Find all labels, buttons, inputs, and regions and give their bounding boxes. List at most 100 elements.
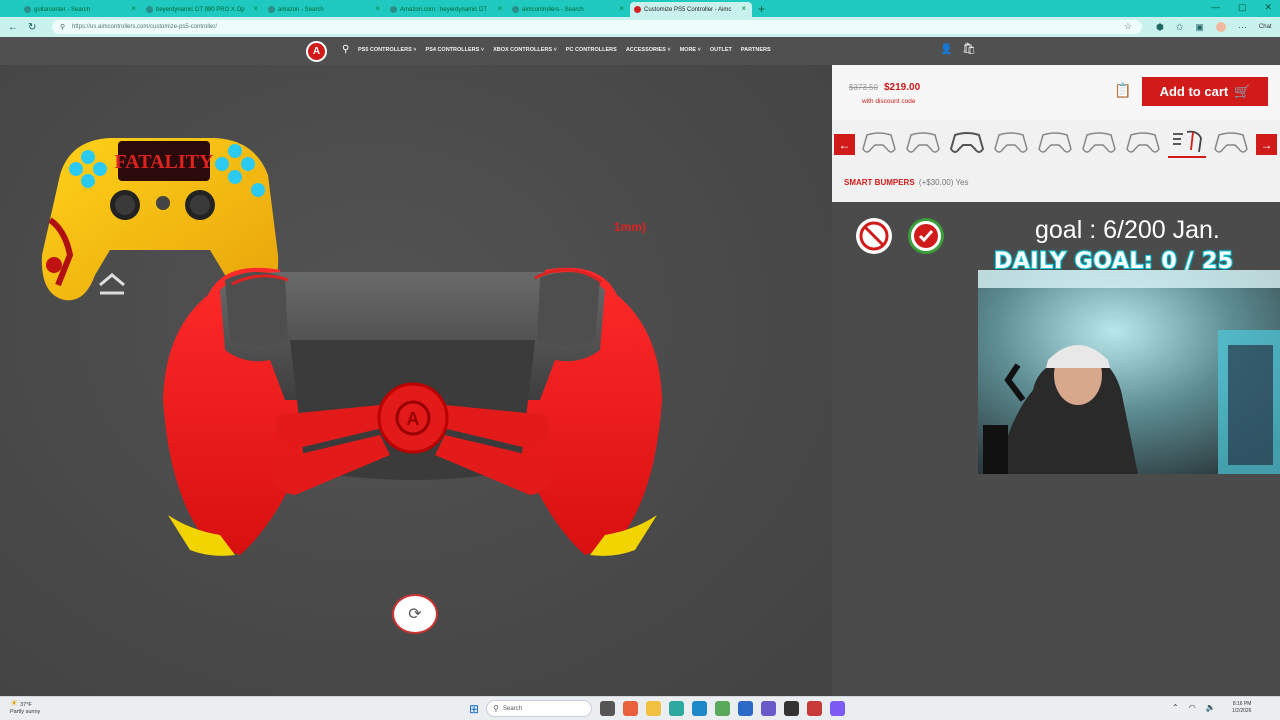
browser-tab[interactable]: guitarcenter - Search ×: [20, 2, 142, 17]
nav-xbox-controllers[interactable]: XBOX CONTROLLERS ˅: [493, 47, 557, 53]
option-summary: SMART BUMPERS (+$30.00) Yes: [844, 178, 969, 187]
reload-icon[interactable]: ↻: [28, 22, 36, 33]
taskbar-clock[interactable]: 8:16 PM 1/2/2026: [1232, 701, 1251, 715]
taskbar-search[interactable]: ⚲ Search: [486, 700, 592, 717]
search-icon[interactable]: ⚲: [342, 44, 349, 55]
nav-ps4-controllers[interactable]: PS4 CONTROLLERS ˅: [426, 47, 485, 53]
option-smart-bumpers-icon-selected[interactable]: [1168, 128, 1206, 158]
site-logo[interactable]: A: [306, 41, 327, 62]
nav-pc-controllers[interactable]: PC CONTROLLERS: [566, 47, 617, 53]
close-tab-icon[interactable]: ×: [253, 4, 258, 13]
add-to-cart-button[interactable]: Add to cart 🛒: [1142, 77, 1268, 106]
option-controller-icon[interactable]: [948, 128, 986, 158]
windows-taskbar: ☀ 37°F Partly sunny ⊞ ⚲ Search ⌃ ◠ 🔈 8:16…: [0, 696, 1280, 720]
rotate-view-button[interactable]: ⟳: [392, 594, 438, 634]
lock-icon: ⚲: [60, 24, 66, 31]
tab-favicon-icon: [146, 6, 153, 13]
add-to-cart-label: Add to cart: [1159, 84, 1229, 99]
svg-text:A: A: [407, 409, 420, 429]
clock-date: 1/2/2026: [1232, 708, 1252, 714]
close-tab-icon[interactable]: ×: [375, 4, 380, 13]
price-bar: $373.50 $219.00 with discount code 📋 Add…: [832, 65, 1280, 120]
weather-desc: Partly sunny: [10, 709, 41, 715]
check-icon: [914, 224, 938, 248]
nav-buttons: ← ↻: [0, 22, 52, 33]
browser-tab[interactable]: amazon - Search ×: [264, 2, 386, 17]
browser-tab-active[interactable]: Customize PS5 Controller - Aimc ×: [630, 2, 752, 17]
app-icon[interactable]: [830, 701, 845, 716]
close-tab-icon[interactable]: ×: [619, 4, 624, 13]
clock-time: 8:16 PM: [1232, 701, 1252, 707]
file-explorer-icon[interactable]: [646, 701, 661, 716]
tab-label: beyerdynamic DT 990 PRO X Op: [156, 6, 245, 13]
nav-accessories[interactable]: ACCESSORIES ˅: [626, 47, 671, 53]
copilot-chat-label[interactable]: Chat: [1259, 24, 1272, 30]
cart-icon: 🛒: [1234, 83, 1251, 99]
taskview-icon[interactable]: [600, 701, 615, 716]
user-icon[interactable]: 👤: [940, 44, 952, 55]
tab-label: guitarcenter - Search: [34, 6, 91, 13]
site-header: A ⚲ PS5 CONTROLLERS ˅ PS4 CONTROLLERS ˅ …: [0, 37, 1280, 65]
annotation-1mm: 1mm): [614, 220, 647, 234]
app-icon[interactable]: [738, 701, 753, 716]
nav-ps5-controllers[interactable]: PS5 CONTROLLERS ˅: [358, 47, 417, 53]
search-icon: ⚲: [493, 704, 499, 713]
weather-widget[interactable]: ☀ 37°F Partly sunny: [10, 699, 41, 716]
back-icon[interactable]: ←: [8, 22, 18, 33]
option-value: (+$30.00) Yes: [918, 178, 969, 187]
browser-tab[interactable]: aimcontrollers - Search ×: [508, 2, 630, 17]
profile-avatar[interactable]: [1215, 22, 1226, 32]
url-input[interactable]: ⚲ https://us.aimcontrollers.com/customiz…: [52, 20, 1142, 34]
close-tab-icon[interactable]: ×: [131, 4, 136, 13]
minimize-icon[interactable]: —: [1211, 2, 1220, 13]
maximize-icon[interactable]: ▢: [1238, 2, 1247, 13]
close-tab-icon[interactable]: ×: [741, 4, 746, 13]
store-icon[interactable]: [692, 701, 707, 716]
app-icon[interactable]: [761, 701, 776, 716]
app-icon[interactable]: [715, 701, 730, 716]
favorites-icon[interactable]: ✩: [1176, 22, 1184, 33]
close-tab-icon[interactable]: ×: [497, 4, 502, 13]
browser-tab[interactable]: beyerdynamic DT 990 PRO X Op ×: [142, 2, 264, 17]
option-yes-button-selected[interactable]: [908, 218, 944, 254]
option-controller-icon[interactable]: [992, 128, 1030, 158]
app-icon[interactable]: [807, 701, 822, 716]
discount-note: with discount code: [862, 98, 916, 105]
edge-icon[interactable]: [669, 701, 684, 716]
cart-icon[interactable]: 🛍: [962, 42, 976, 55]
option-controller-icon[interactable]: [904, 128, 942, 158]
clipboard-icon[interactable]: 📋: [1114, 82, 1131, 99]
taskbar-apps: [600, 701, 845, 716]
option-controller-icon[interactable]: [860, 128, 898, 158]
collections-icon[interactable]: ▣: [1195, 22, 1204, 33]
copilot-icon[interactable]: [623, 701, 638, 716]
volume-icon[interactable]: 🔈: [1206, 703, 1216, 712]
wifi-icon[interactable]: ◠: [1189, 703, 1196, 712]
option-no-button[interactable]: [856, 218, 892, 254]
controller-viewer[interactable]: FATALITY A 1mm) ⟳: [0, 65, 832, 696]
taskbar-search-placeholder: Search: [503, 705, 523, 712]
menu-dots-icon[interactable]: ⋯: [1238, 22, 1247, 33]
sale-price: $219.00: [884, 82, 921, 93]
terminal-icon[interactable]: [784, 701, 799, 716]
option-controller-icon[interactable]: [1212, 128, 1250, 158]
webcam-feed: [978, 270, 1280, 474]
windows-start-icon[interactable]: ⊞: [469, 702, 479, 716]
prev-arrow-icon[interactable]: ←: [834, 134, 855, 155]
browser-tab[interactable]: Amazon.com : beyerdynamic DT ×: [386, 2, 508, 17]
monthly-goal-text: goal : 6/200 Jan.: [1035, 216, 1220, 244]
extension-icon[interactable]: ⬢: [1156, 22, 1164, 33]
window-controls: — ▢ ✕: [1211, 2, 1272, 13]
new-tab-icon[interactable]: +: [758, 2, 765, 16]
tray-chevron-icon[interactable]: ⌃: [1172, 703, 1179, 712]
option-controller-icon[interactable]: [1036, 128, 1074, 158]
nav-partners[interactable]: PARTNERS: [741, 47, 771, 53]
option-controller-icon[interactable]: [1080, 128, 1118, 158]
close-window-icon[interactable]: ✕: [1264, 2, 1272, 13]
nav-outlet[interactable]: OUTLET: [710, 47, 732, 53]
next-arrow-icon[interactable]: →: [1256, 134, 1277, 155]
bookmark-star-icon[interactable]: ☆: [1124, 21, 1132, 32]
nav-more[interactable]: MORE ˅: [680, 47, 701, 53]
option-controller-icon[interactable]: [1124, 128, 1162, 158]
option-name: SMART BUMPERS: [844, 178, 915, 187]
